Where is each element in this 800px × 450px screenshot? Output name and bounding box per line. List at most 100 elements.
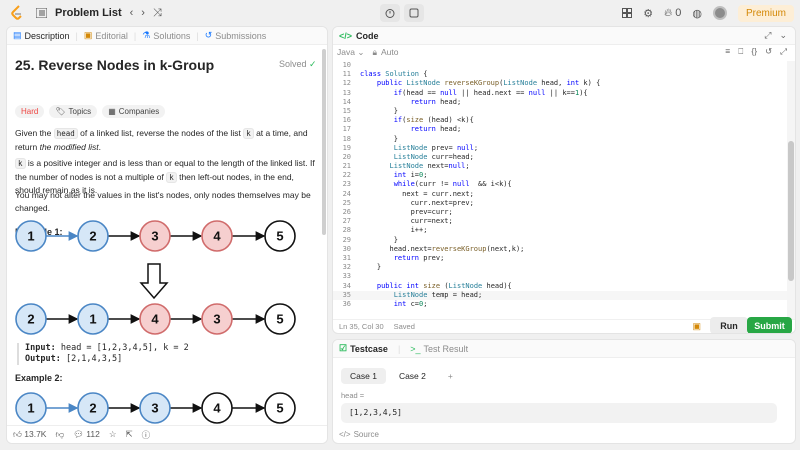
- lock-icon: 🔒︎: [372, 46, 377, 57]
- format-icon[interactable]: ≡: [725, 46, 730, 57]
- code-line[interactable]: 13 if(head == null || head.next == null …: [333, 89, 787, 98]
- code-line[interactable]: 11 class Solution {: [333, 70, 787, 79]
- notes-icon[interactable]: [404, 4, 424, 22]
- streak-count: 0: [675, 7, 682, 19]
- share-icon[interactable]: ⇱: [125, 429, 132, 440]
- code-line[interactable]: 14 return head;: [333, 98, 787, 107]
- list-node-label: 5: [276, 401, 283, 416]
- list-node-label: 2: [27, 312, 34, 327]
- tab-testcase[interactable]: ☑ Testcase: [339, 343, 388, 354]
- code-line[interactable]: 30 head.next=reverseKGroup(next,k);: [333, 245, 787, 254]
- code-line[interactable]: 22 int i=0;: [333, 171, 787, 180]
- code-line[interactable]: 15 }: [333, 107, 787, 116]
- code-line[interactable]: 35 ListNode temp = head;: [333, 290, 787, 300]
- editor-toolbar: Java ⌄ 🔒︎ Auto ≡ ⎕ {} ↺ ⤢: [333, 45, 795, 59]
- user-avatar[interactable]: [712, 6, 727, 20]
- like-button[interactable]: 👍︎ 13.7K: [13, 429, 46, 440]
- code-editor[interactable]: 10 11 class Solution {12 public ListNode r…: [333, 61, 787, 319]
- problem-list-icon[interactable]: [36, 8, 47, 18]
- code-line[interactable]: 33: [333, 272, 787, 281]
- tab-test-result[interactable]: >_ Test Result: [410, 344, 468, 354]
- code-line[interactable]: 25 curr.next=prev;: [333, 199, 787, 208]
- linked-list-row-1: 1 2 3 4 5: [15, 220, 296, 252]
- code-line[interactable]: 24 next = curr.next;: [333, 190, 787, 199]
- cursor-position: Ln 35, Col 30: [339, 322, 384, 331]
- code-line[interactable]: 16 if(size (head) <k){: [333, 116, 787, 125]
- expand-icon[interactable]: ⤢: [764, 30, 771, 41]
- code-line[interactable]: 26 prev=curr;: [333, 208, 787, 217]
- description-scrollbar[interactable]: [321, 45, 327, 427]
- testcase-input[interactable]: [1,2,3,4,5]: [341, 403, 777, 423]
- source-link[interactable]: </> Source: [339, 430, 379, 439]
- transform-down-arrow-icon: [139, 263, 169, 300]
- description-panel: ▤ Description | ▣ Editorial | ⚗ Solution…: [6, 26, 328, 444]
- chevron-right-icon[interactable]: ›: [141, 7, 145, 19]
- case-2-tab[interactable]: Case 2: [390, 368, 435, 384]
- code-line[interactable]: 10: [333, 61, 787, 70]
- list-node-label: 1: [89, 312, 96, 327]
- premium-button[interactable]: Premium: [737, 4, 794, 22]
- shuffle-icon[interactable]: ⤨: [153, 7, 162, 20]
- code-line[interactable]: 23 while(curr != null && i<k){: [333, 180, 787, 189]
- list-node-label: 3: [151, 401, 158, 416]
- braces-icon[interactable]: {}: [751, 46, 757, 57]
- code-panel: </> Code ⤢ ⌄ Java ⌄ 🔒︎ Auto ≡ ⎕ {} ↺ ⤢ 1…: [332, 26, 796, 334]
- testcase-panel: ☑ Testcase | >_ Test Result Case 1 Case …: [332, 339, 796, 444]
- timer-icon[interactable]: [380, 4, 400, 22]
- problem-list-link[interactable]: Problem List: [55, 7, 122, 19]
- code-scrollbar[interactable]: [787, 61, 795, 319]
- settings-gear-icon[interactable]: ⚙: [643, 7, 653, 20]
- leetcode-logo-icon[interactable]: [10, 5, 24, 21]
- code-header: </> Code ⤢ ⌄: [333, 27, 795, 45]
- list-node-label: 5: [276, 229, 283, 244]
- list-node-label: 4: [213, 401, 221, 416]
- list-node-label: 3: [213, 312, 220, 327]
- add-case-icon[interactable]: +: [439, 368, 462, 384]
- run-button[interactable]: Run: [710, 317, 748, 333]
- code-line[interactable]: 19 ListNode prev= null;: [333, 144, 787, 153]
- testcase-header: ☑ Testcase | >_ Test Result: [333, 340, 795, 358]
- collapse-icon[interactable]: ⌄: [779, 30, 787, 41]
- code-line[interactable]: 20 ListNode curr=head;: [333, 153, 787, 162]
- bookmark-icon[interactable]: ⎕: [738, 46, 743, 57]
- streak-fire-icon[interactable]: 🔥︎ 0: [664, 7, 681, 20]
- code-line[interactable]: 17 return head;: [333, 125, 787, 134]
- code-brackets-icon: </>: [339, 30, 353, 41]
- code-line[interactable]: 28 i++;: [333, 226, 787, 235]
- code-line[interactable]: 27 curr=next;: [333, 217, 787, 226]
- example-1-io: Input: head = [1,2,3,4,5], k = 2 Output:…: [17, 343, 189, 365]
- code-line[interactable]: 29 }: [333, 236, 787, 245]
- case-tabs: Case 1 Case 2 +: [341, 368, 462, 384]
- code-line[interactable]: 12 public ListNode reverseKGroup(ListNod…: [333, 79, 787, 88]
- case-1-tab[interactable]: Case 1: [341, 368, 386, 384]
- linked-list-row-3: 1 2 3 4 5: [15, 392, 296, 424]
- debug-note-icon[interactable]: ▣: [692, 321, 701, 332]
- layout-grid-icon[interactable]: [622, 8, 633, 18]
- code-brackets-icon: </>: [339, 430, 351, 439]
- list-node-label: 3: [151, 229, 158, 244]
- language-select[interactable]: Java ⌄: [337, 47, 364, 58]
- list-node-label: 2: [89, 229, 96, 244]
- code-line[interactable]: 36 int c=0;: [333, 300, 787, 309]
- variable-label: head =: [341, 391, 365, 400]
- code-line[interactable]: 18 }: [333, 135, 787, 144]
- code-line[interactable]: 34 public int size (ListNode head){: [333, 282, 787, 291]
- star-icon[interactable]: ☆: [109, 429, 117, 440]
- checkbox-icon: ☑: [339, 343, 348, 353]
- fullscreen-icon[interactable]: ⤢: [780, 46, 787, 57]
- submit-button[interactable]: Submit: [747, 317, 792, 333]
- list-node-label: 4: [213, 229, 221, 244]
- list-node-label: 4: [151, 312, 159, 327]
- chevron-left-icon[interactable]: ‹: [130, 7, 134, 19]
- help-icon[interactable]: ⓘ: [142, 429, 151, 441]
- example-2-title: Example 2:: [15, 373, 63, 383]
- reset-icon[interactable]: ↺: [765, 46, 772, 57]
- code-line[interactable]: 32 }: [333, 263, 787, 272]
- code-line[interactable]: 21 ListNode next=null;: [333, 162, 787, 171]
- comments-button[interactable]: 💬︎ 112: [73, 429, 100, 440]
- notifications-icon[interactable]: ◍: [692, 7, 702, 20]
- dislike-icon[interactable]: 👎︎: [55, 429, 64, 440]
- top-bar: Problem List ‹ › ⤨ ⚙ 🔥︎ 0 ◍ Premium: [0, 0, 800, 26]
- list-node-label: 1: [27, 229, 34, 244]
- code-line[interactable]: 31 return prev;: [333, 254, 787, 263]
